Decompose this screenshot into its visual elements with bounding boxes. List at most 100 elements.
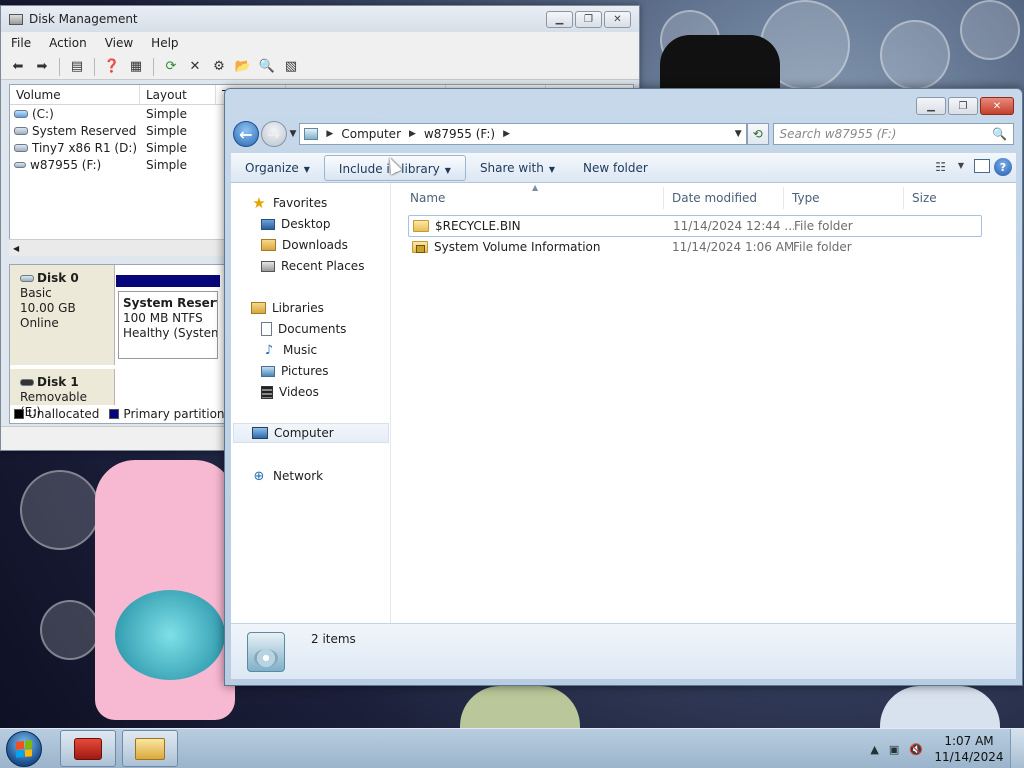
nav-favorites[interactable]: ★ Favorites [251, 193, 327, 213]
help-icon[interactable]: ? [994, 158, 1012, 176]
explorer-titlebar[interactable] [225, 89, 1022, 121]
breadcrumb-separator-icon[interactable]: ▶ [409, 129, 416, 139]
explore-icon[interactable]: ▧ [282, 58, 300, 76]
nav-network[interactable]: ⊕ Network [251, 466, 324, 486]
address-dropdown-icon[interactable]: ▼ [735, 129, 742, 139]
legend-unallocated-swatch [14, 409, 24, 419]
toolbar: ⬅ ➡ ▤ ❓ ▦ ⟳ ✕ ⚙ 📂 🔍 ▧ [1, 54, 639, 80]
nav-label: Favorites [273, 196, 328, 210]
show-desktop-button[interactable] [1010, 729, 1024, 768]
drive-icon [14, 143, 28, 152]
column-layout[interactable]: Layout [140, 85, 216, 104]
organize-label: Organize [245, 160, 299, 175]
windows-logo-icon [16, 740, 32, 758]
file-row[interactable]: System Volume Information 11/14/2024 1:0… [408, 236, 982, 258]
nav-recent-places[interactable]: Recent Places [261, 256, 364, 276]
search-icon[interactable]: 🔍 [258, 58, 276, 76]
nav-pictures[interactable]: Pictures [261, 361, 329, 381]
breadcrumb-drive[interactable]: w87955 (F:) [424, 127, 495, 141]
refresh-icon[interactable]: ⟳ [162, 58, 180, 76]
menu-file[interactable]: File [11, 36, 31, 50]
address-bar[interactable]: ▶ Computer ▶ w87955 (F:) ▶ ▼ [299, 123, 747, 145]
column-volume[interactable]: Volume [10, 85, 140, 104]
organize-button[interactable]: Organize ▼ [231, 155, 324, 181]
view-options-dropdown-icon[interactable]: ▼ [958, 161, 964, 170]
recent-pages-dropdown[interactable]: ▼ [290, 129, 297, 139]
column-type[interactable]: Type [784, 187, 904, 209]
help-icon[interactable]: ❓ [103, 58, 121, 76]
show-hidden-icons-icon[interactable]: ▲ [870, 743, 878, 756]
partition-system-reserved[interactable]: System Reserve 100 MB NTFS Healthy (Syst… [118, 291, 218, 359]
refresh-button[interactable]: ⟲ [746, 123, 769, 145]
wallpaper-character-head [660, 35, 780, 90]
properties-icon[interactable]: ▦ [127, 58, 145, 76]
volume-muted-icon[interactable]: 🔇 [909, 743, 923, 756]
horizontal-scrollbar[interactable]: ◀ [9, 239, 229, 256]
clock[interactable]: 1:07 AM 11/14/2024 [928, 733, 1010, 765]
nav-libraries[interactable]: Libraries [251, 298, 324, 318]
start-button[interactable] [6, 731, 42, 767]
wallpaper-character-face [115, 590, 225, 680]
menu-help[interactable]: Help [151, 36, 178, 50]
breadcrumb-separator-icon[interactable]: ▶ [326, 129, 333, 139]
back-button[interactable]: ← [233, 121, 259, 147]
forward-button[interactable]: → [260, 121, 287, 147]
new-folder-button[interactable]: New folder [569, 155, 662, 181]
delete-icon[interactable]: ✕ [186, 58, 204, 76]
blue-drive-icon [14, 109, 28, 118]
nav-computer[interactable]: Computer [233, 423, 389, 443]
show-hide-console-tree-icon[interactable]: ▤ [68, 58, 86, 76]
maximize-button[interactable]: ❐ [948, 97, 978, 115]
search-icon[interactable]: 🔍 [992, 127, 1007, 141]
share-with-button[interactable]: Share with ▼ [466, 155, 569, 181]
search-input[interactable]: Search w87955 (F:) 🔍 [772, 123, 1014, 145]
nav-documents[interactable]: Documents [261, 319, 346, 339]
nav-music[interactable]: ♪ Music [261, 340, 317, 360]
volume-name: (C:) [32, 106, 54, 121]
column-name[interactable]: Name [402, 187, 664, 209]
column-date-modified[interactable]: Date modified [664, 187, 784, 209]
forward-arrow-icon[interactable]: ➡ [33, 58, 51, 76]
disk-0-label[interactable]: Disk 0 Basic 10.00 GB Online [10, 265, 115, 365]
maximize-button[interactable]: ❐ [575, 11, 602, 28]
minimize-button[interactable]: ▁ [916, 97, 946, 115]
disk-type: Basic [20, 286, 52, 300]
menu-action[interactable]: Action [49, 36, 87, 50]
preview-pane-icon[interactable] [974, 159, 990, 173]
disk-management-titlebar[interactable]: Disk Management [1, 6, 639, 32]
settings-icon[interactable]: ⚙ [210, 58, 228, 76]
legend: Unallocated Primary partition [14, 407, 225, 421]
close-button[interactable]: ✕ [604, 11, 631, 28]
nav-label: Recent Places [281, 259, 365, 273]
chevron-down-icon: ▼ [444, 165, 451, 175]
disk-name: Disk 0 [37, 271, 79, 285]
taskbar-explorer[interactable] [122, 730, 178, 767]
file-name: System Volume Information [434, 240, 601, 254]
nav-label: Computer [274, 426, 334, 440]
column-size[interactable]: Size [904, 187, 1000, 209]
network-status-icon[interactable]: ▣ [889, 743, 899, 756]
breadcrumb-computer[interactable]: Computer [341, 127, 401, 141]
disk-1-label[interactable]: Disk 1 Removable (E:) [10, 369, 115, 419]
toolbar-separator [94, 57, 95, 76]
nav-downloads[interactable]: Downloads [261, 235, 348, 255]
documents-icon [261, 322, 272, 336]
downloads-folder-icon [261, 239, 276, 251]
open-folder-icon[interactable]: 📂 [234, 58, 252, 76]
folder-icon [135, 737, 165, 760]
menu-view[interactable]: View [105, 36, 133, 50]
file-date: 11/14/2024 1:06 AM [672, 240, 793, 254]
nav-videos[interactable]: Videos [261, 382, 319, 402]
nav-desktop[interactable]: Desktop [261, 214, 331, 234]
videos-icon [261, 385, 273, 399]
back-arrow-icon[interactable]: ⬅ [9, 58, 27, 76]
minimize-button[interactable]: ▁ [546, 11, 573, 28]
breadcrumb-separator-icon[interactable]: ▶ [503, 129, 510, 139]
pictures-icon [261, 365, 275, 377]
wallpaper-bubble [960, 0, 1020, 60]
file-type: File folder [794, 219, 853, 233]
change-view-icon[interactable]: ☷ [935, 160, 946, 174]
close-button[interactable]: ✕ [980, 97, 1014, 115]
taskbar-disk-management[interactable] [60, 730, 116, 767]
file-row[interactable]: $RECYCLE.BIN 11/14/2024 12:44 ... File f… [408, 215, 982, 237]
